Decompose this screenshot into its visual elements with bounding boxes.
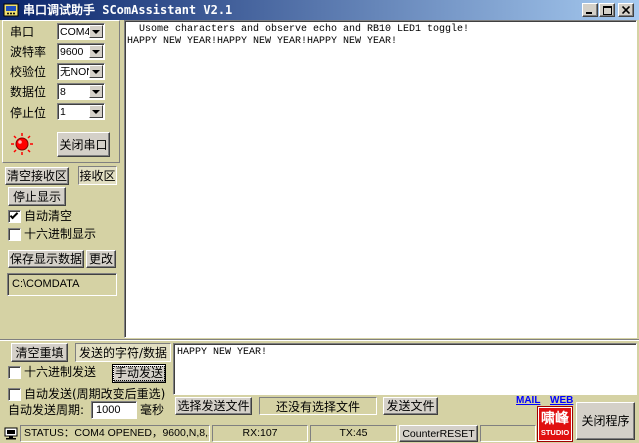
clear-receive-button[interactable]: 清空接收区 [5,167,69,185]
receive-area-label: 接收区 [78,166,117,185]
dropdown-arrow-icon [92,70,100,74]
hex-send-checkbox[interactable] [8,366,21,379]
send-text: HAPPY NEW YEAR! [177,347,268,358]
hex-send-option[interactable]: 十六进制发送 [8,365,104,380]
maximize-button[interactable] [599,3,615,17]
hex-display-label: 十六进制显示 [24,227,97,241]
mail-link[interactable]: MAIL [516,395,540,407]
file-status-label: 还没有选择文件 [259,397,377,415]
stop-bits-dropdown-button[interactable] [89,105,103,118]
baud-rate-select[interactable]: 9600 [57,43,105,60]
receive-line: Usome characters and observe echo and RB… [127,24,470,35]
exit-button[interactable]: 关闭程序 [576,402,635,440]
send-period-label: 自动发送周期: [8,403,85,417]
dropdown-arrow-icon [92,50,100,54]
data-bits-select-value: 8 [60,86,66,98]
counter-reset-button[interactable]: CounterRESET [399,425,478,442]
data-bits-dropdown-button[interactable] [89,85,103,98]
logo-line2: STUDIO [540,428,570,437]
change-path-button[interactable]: 更改 [86,250,116,268]
app-icon [3,2,19,18]
studio-logo: 啸峰 STUDIO [538,407,572,441]
dropdown-arrow-icon [92,90,100,94]
stop-bits-select[interactable]: 1 [57,103,105,120]
status-blank-panel [480,425,536,442]
led-indicator-icon [11,133,33,155]
minimize-button[interactable] [582,3,598,17]
parity-label: 校验位 [10,65,47,79]
receive-textarea[interactable]: Usome characters and observe echo and RB… [124,20,637,338]
hex-display-checkbox[interactable] [8,228,21,241]
dropdown-arrow-icon [92,30,100,34]
close-icon [622,6,630,14]
baud-rate-label: 波特率 [10,45,47,59]
port-select[interactable]: COM4 [57,23,105,40]
tx-counter: TX:45 [310,425,397,442]
maximize-icon [602,5,612,15]
send-file-button[interactable]: 发送文件 [383,397,438,415]
parity-select[interactable]: 无NON [57,63,105,80]
close-port-button[interactable]: 关闭串口 [57,132,110,157]
parity-select-value: 无NON [60,66,90,78]
port-select-value: COM4 [60,26,90,38]
save-display-button[interactable]: 保存显示数据 [8,250,84,268]
send-period-value: 1000 [96,404,121,416]
auto-send-label: 自动发送(周期改变后重选) [24,387,166,401]
window-title: 串口调试助手 SComAssistant V2.1 [23,3,233,17]
auto-send-checkbox[interactable] [8,388,21,401]
logo-line1: 啸峰 [541,411,569,427]
auto-clear-option[interactable]: 自动清空 [8,209,88,224]
send-period-input[interactable]: 1000 [91,401,137,419]
close-button[interactable] [618,3,634,17]
send-area-label: 发送的字符/数据 [75,343,171,362]
hex-send-label: 十六进制发送 [24,365,97,379]
status-icon [4,427,18,440]
dropdown-arrow-icon [92,110,100,114]
auto-clear-checkbox[interactable] [8,210,21,223]
rx-counter: RX:107 [212,425,308,442]
send-textarea[interactable]: HAPPY NEW YEAR! [173,343,637,395]
minimize-icon [586,12,592,14]
status-text: STATUS：COM4 OPENED，9600,N,8,1 [20,425,210,442]
parity-dropdown-button[interactable] [89,65,103,78]
section-divider [0,339,639,341]
save-path-field: C:\COMDATA [7,273,117,296]
baud-rate-dropdown-button[interactable] [89,45,103,58]
clear-send-button[interactable]: 清空重填 [11,343,68,362]
stop-bits-label: 停止位 [10,106,47,120]
auto-send-option[interactable]: 自动发送(周期改变后重选) [8,387,170,402]
data-bits-select[interactable]: 8 [57,83,105,100]
port-select-dropdown-button[interactable] [89,25,103,38]
app-window: 串口调试助手 SComAssistant V2.1 串口 COM4 波特率 96… [0,0,639,443]
baud-rate-select-value: 9600 [60,46,84,58]
select-file-button[interactable]: 选择发送文件 [175,397,252,415]
auto-clear-label: 自动清空 [24,209,73,223]
receive-line: HAPPY NEW YEAR!HAPPY NEW YEAR!HAPPY NEW … [127,36,398,47]
port-label: 串口 [10,25,35,39]
checkmark-icon [9,210,19,220]
web-link[interactable]: WEB [550,395,573,407]
manual-send-button[interactable]: 手动发送 [112,364,166,383]
data-bits-label: 数据位 [10,85,47,99]
title-bar: 串口调试助手 SComAssistant V2.1 [0,0,639,20]
stop-display-button[interactable]: 停止显示 [8,187,66,206]
stop-bits-select-value: 1 [60,106,66,118]
manual-send-label: 手动发送 [113,366,165,381]
save-path-value: C:\COMDATA [12,278,80,290]
period-unit-label: 毫秒 [140,403,165,417]
hex-display-option[interactable]: 十六进制显示 [8,227,100,242]
